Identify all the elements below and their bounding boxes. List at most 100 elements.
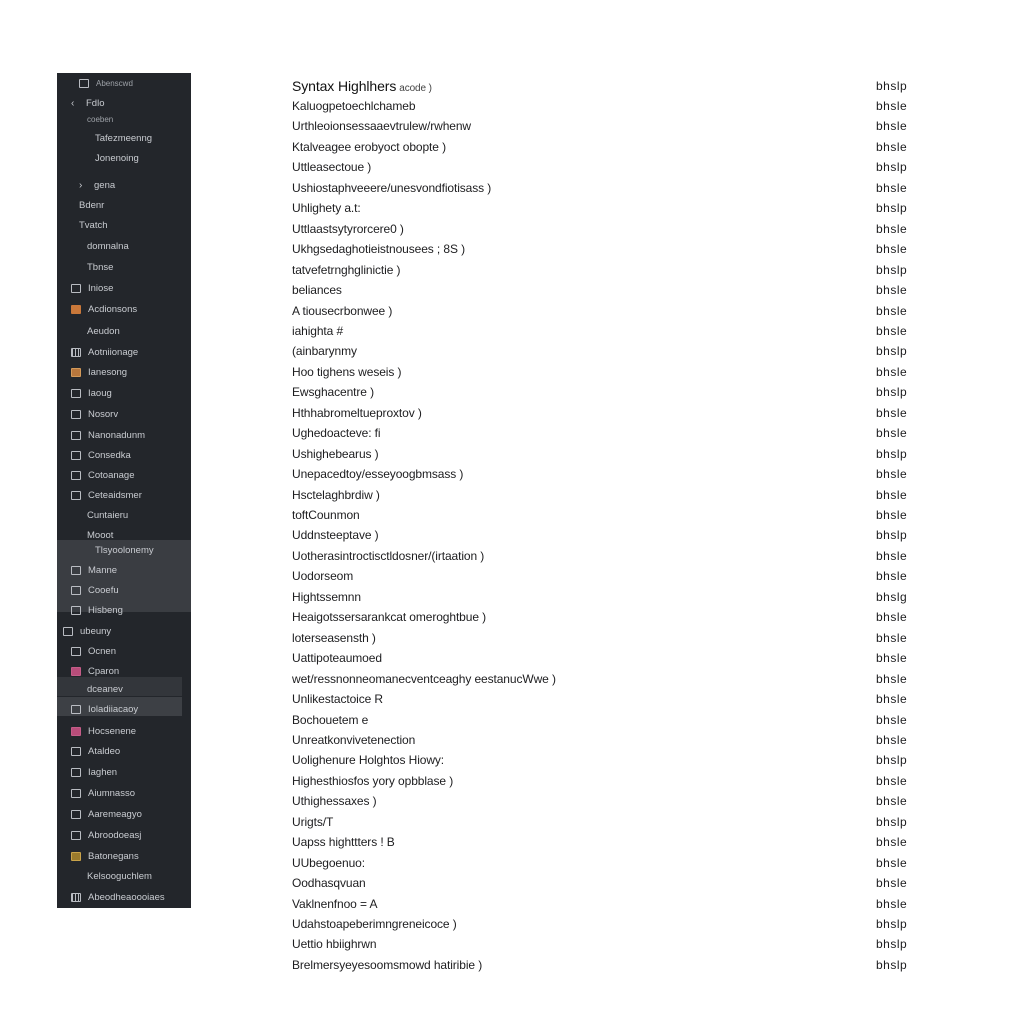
list-item-action-button[interactable]: bhslp [876,958,912,972]
list-item[interactable]: Urigts/T bhslp [292,812,912,832]
list-item-action-button[interactable]: bhslp [876,447,912,461]
list-item-action-button[interactable]: bhslp [876,528,912,542]
list-item-action-button[interactable]: bhsle [876,365,912,379]
list-item-action-button[interactable]: bhsle [876,733,912,747]
list-item[interactable]: Uapss highttters ! B bhsle [292,832,912,852]
list-item[interactable]: Uodorseom bhsle [292,566,912,586]
list-item-action-button[interactable]: bhsle [876,99,912,113]
list-item-action-button[interactable]: bhsle [876,631,912,645]
sidebar-item[interactable]: Ataldeo [57,741,205,761]
list-item[interactable]: UUbegoenuo: bhsle [292,853,912,873]
list-item[interactable]: Kaluogpetoechlchameb bhsle [292,96,912,116]
sidebar-item[interactable]: Ioladiiacaoy [57,699,205,719]
list-item[interactable]: Uddnsteeptave ) bhslp [292,525,912,545]
list-item-action-button[interactable]: bhsle [876,774,912,788]
list-item[interactable]: Uolighenure Holghtos Hiowy: bhslp [292,750,912,770]
sidebar-item[interactable]: Cotoanage [57,465,205,485]
sidebar-item[interactable]: Hocsenene [57,721,205,741]
list-item[interactable]: Unlikestactoice R bhsle [292,689,912,709]
list-item-action-button[interactable]: bhsle [876,856,912,870]
list-item-action-button[interactable]: bhslp [876,263,912,277]
list-item[interactable]: Vaklnenfnoo = A bhsle [292,894,912,914]
list-item-action-button[interactable]: bhsle [876,119,912,133]
sidebar-item[interactable]: Aiumnasso [57,783,205,803]
list-item[interactable]: Highesthiosfos yory opbblase ) bhsle [292,771,912,791]
list-item[interactable]: Ktalveagee erobyoct obopte ) bhsle [292,137,912,157]
list-item[interactable]: Uhlighety a.t: bhslp [292,198,912,218]
sidebar-item[interactable]: Ceteaidsmer [57,485,205,505]
list-item-action-button[interactable]: bhsle [876,324,912,338]
sidebar-item[interactable]: Aaremeagyo [57,804,205,824]
list-item[interactable]: Uttlaastsytyrorcere0 ) bhsle [292,219,912,239]
list-item[interactable]: Ukhgsedaghotieistnousees ; 8S ) bhsle [292,239,912,259]
sidebar-item[interactable]: Cooefu [57,580,205,600]
list-item[interactable]: Udahstoapeberimngreneicoce ) bhslp [292,914,912,934]
list-item[interactable]: Uattipoteaumoed bhsle [292,648,912,668]
sidebar-item[interactable]: Cuntaieru [57,505,221,525]
list-item[interactable]: Hoo tighens weseis ) bhsle [292,362,912,382]
list-item-action-button[interactable]: bhsle [876,304,912,318]
list-item-action-button[interactable]: bhsle [876,672,912,686]
list-item[interactable]: Urthleoionsessaaevtrulew/rwhenw bhsle [292,116,912,136]
list-item-action-button[interactable]: bhsle [876,692,912,706]
list-item[interactable]: Ushighebearus ) bhslp [292,444,912,464]
list-item[interactable]: tatvefetrnghglinictie ) bhslp [292,260,912,280]
list-item-action-button[interactable]: bhsle [876,549,912,563]
sidebar-item[interactable]: Nosorv [57,404,205,424]
list-item[interactable]: Oodhasqvuan bhsle [292,873,912,893]
list-item-action-button[interactable]: bhsle [876,222,912,236]
list-item[interactable]: Uttleasectoue ) bhslp [292,157,912,177]
list-item-action-button[interactable]: bhslp [876,815,912,829]
list-item-action-button[interactable]: bhsle [876,140,912,154]
sidebar-item[interactable]: Ocnen [57,641,205,661]
sidebar-item[interactable]: Tbnse [57,257,221,277]
list-item[interactable]: wet/ressnonneomanecventceaghy eestanucWw… [292,669,912,689]
sidebar-item[interactable]: Iaghen [57,762,205,782]
list-item[interactable]: iahighta # bhsle [292,321,912,341]
list-item-action-button[interactable]: bhsle [876,835,912,849]
sidebar-item[interactable]: › gena [57,175,213,195]
sidebar-item[interactable]: coeben [57,109,221,129]
sidebar-item[interactable]: dceanev [57,679,221,699]
list-item[interactable]: Ughedoacteve: fi bhsle [292,423,912,443]
list-item[interactable]: Unepacedtoy/esseyoogbmsass ) bhsle [292,464,912,484]
sidebar-item[interactable]: domnalna [57,236,221,256]
list-item-action-button[interactable]: bhslp [876,917,912,931]
list-item-action-button[interactable]: bhsle [876,876,912,890]
list-item-action-button[interactable]: bhslp [876,344,912,358]
list-item[interactable]: Hsctelaghbrdiw ) bhsle [292,485,912,505]
list-item[interactable]: Ushiostaphveeere/unesvondfiotisass ) bhsl… [292,178,912,198]
list-item-action-button[interactable]: bhslp [876,201,912,215]
list-item-action-button[interactable]: bhsle [876,488,912,502]
sidebar-item[interactable]: Aeudon [57,321,221,341]
sidebar-item[interactable]: Tvatch [57,215,213,235]
list-item-action-button[interactable]: bhslp [876,385,912,399]
list-item[interactable]: Uettio hbiighrwn bhslp [292,934,912,954]
list-item[interactable]: A tiousecrbonwee ) bhsle [292,301,912,321]
list-item-action-button[interactable]: bhslg [876,590,912,604]
list-item[interactable]: loterseasensth ) bhsle [292,628,912,648]
list-item-action-button[interactable]: bhsle [876,426,912,440]
list-item-action-button[interactable]: bhsle [876,651,912,665]
list-item-action-button[interactable]: bhsle [876,569,912,583]
sidebar-item[interactable]: Tlsyoolonemy [57,540,229,560]
sidebar-item[interactable]: Abenscwd [57,73,213,93]
list-item[interactable]: Unreatkonvivetenection bhsle [292,730,912,750]
sidebar-item[interactable]: Consedka [57,445,205,465]
header-action-button[interactable]: bhslp [876,79,912,93]
list-item[interactable]: Hightssemnn bhslg [292,587,912,607]
list-item-action-button[interactable]: bhsle [876,897,912,911]
list-item-action-button[interactable]: bhsle [876,181,912,195]
sidebar-item[interactable]: Manne [57,560,205,580]
sidebar-item[interactable]: Jonenoing [57,148,229,168]
list-item-action-button[interactable]: bhslp [876,937,912,951]
sidebar-item[interactable]: Iaoug [57,383,205,403]
list-item-action-button[interactable]: bhsle [876,794,912,808]
sidebar-item[interactable]: Tafezmeenng [57,128,229,148]
list-item[interactable]: beliances bhsle [292,280,912,300]
list-item-action-button[interactable]: bhslp [876,753,912,767]
sidebar-item[interactable]: Ianesong [57,362,205,382]
sidebar-item[interactable]: Abroodoeasj [57,825,205,845]
sidebar-item[interactable]: Nanonadunm [57,425,205,445]
list-item[interactable]: (ainbarynmy bhslp [292,341,912,361]
